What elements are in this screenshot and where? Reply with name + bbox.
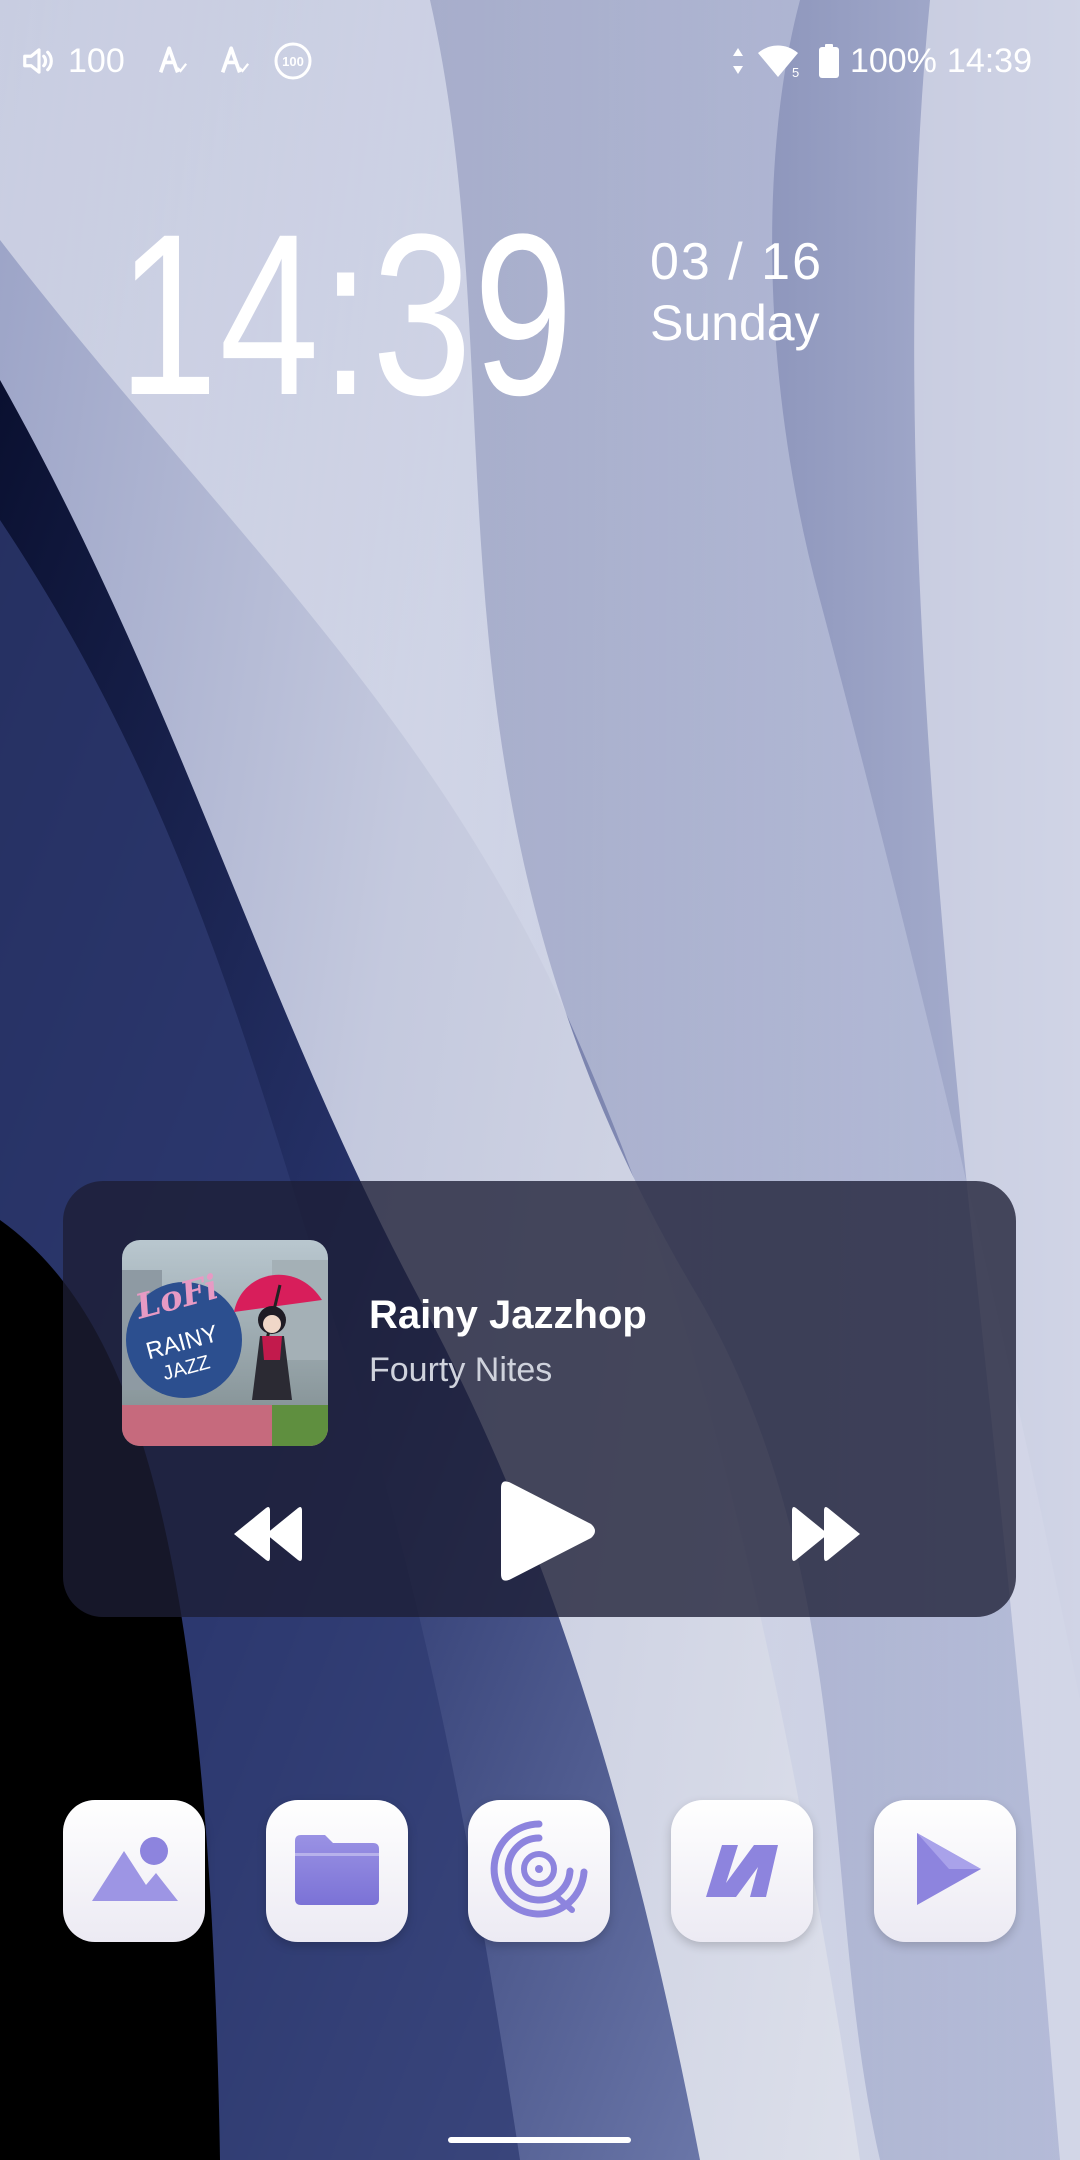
wifi-band: 5 <box>792 65 799 79</box>
album-art[interactable]: LoFi RAINY JAZZ <box>122 1240 328 1446</box>
gallery-app-icon[interactable] <box>63 1800 205 1942</box>
previous-button[interactable] <box>213 1491 323 1581</box>
video-app-icon[interactable] <box>874 1800 1016 1942</box>
day-text: Sunday <box>650 295 820 351</box>
wifi-icon: 5 <box>756 43 800 79</box>
music-app-icon[interactable] <box>468 1800 610 1942</box>
badge-value: 100 <box>282 54 304 69</box>
files-app-icon[interactable] <box>266 1800 408 1942</box>
auto-text-icon <box>155 44 189 78</box>
play-icon <box>493 1478 599 1589</box>
rewind-icon <box>230 1503 306 1570</box>
media-player-widget[interactable]: LoFi RAINY JAZZ Rainy Jazzhop Fourty Nit… <box>63 1181 1016 1617</box>
status-bar: 100 100 5 100% 14:39 <box>0 0 1080 120</box>
speaker-icon <box>20 42 58 80</box>
gallery-icon <box>84 1819 184 1924</box>
n-logo-icon <box>692 1819 792 1924</box>
track-title: Rainy Jazzhop <box>369 1293 647 1337</box>
volume-level: 100 <box>68 42 125 80</box>
home-indicator[interactable] <box>448 2137 631 2143</box>
track-artist: Fourty Nites <box>369 1351 553 1389</box>
date-block: 03 / 16 Sunday <box>650 232 823 354</box>
battery-icon <box>818 43 840 79</box>
date-text: 03 / 16 <box>650 233 824 291</box>
app-dock <box>63 1800 1016 1944</box>
battery-percent: 100% <box>849 42 937 80</box>
auto-text-icon <box>217 44 251 78</box>
data-arrows-icon <box>730 46 746 76</box>
lockscreen-clock: 14:39 <box>118 186 575 443</box>
next-button[interactable] <box>771 1491 881 1581</box>
badge-100-icon: 100 <box>273 41 313 81</box>
status-time: 14:39 <box>946 42 1032 80</box>
play-store-icon <box>895 1819 995 1924</box>
folder-icon <box>287 1819 387 1924</box>
fast-forward-icon <box>788 1503 864 1570</box>
n-app-icon[interactable] <box>671 1800 813 1942</box>
music-disc-icon <box>484 1814 594 1929</box>
play-button[interactable] <box>481 1469 611 1597</box>
